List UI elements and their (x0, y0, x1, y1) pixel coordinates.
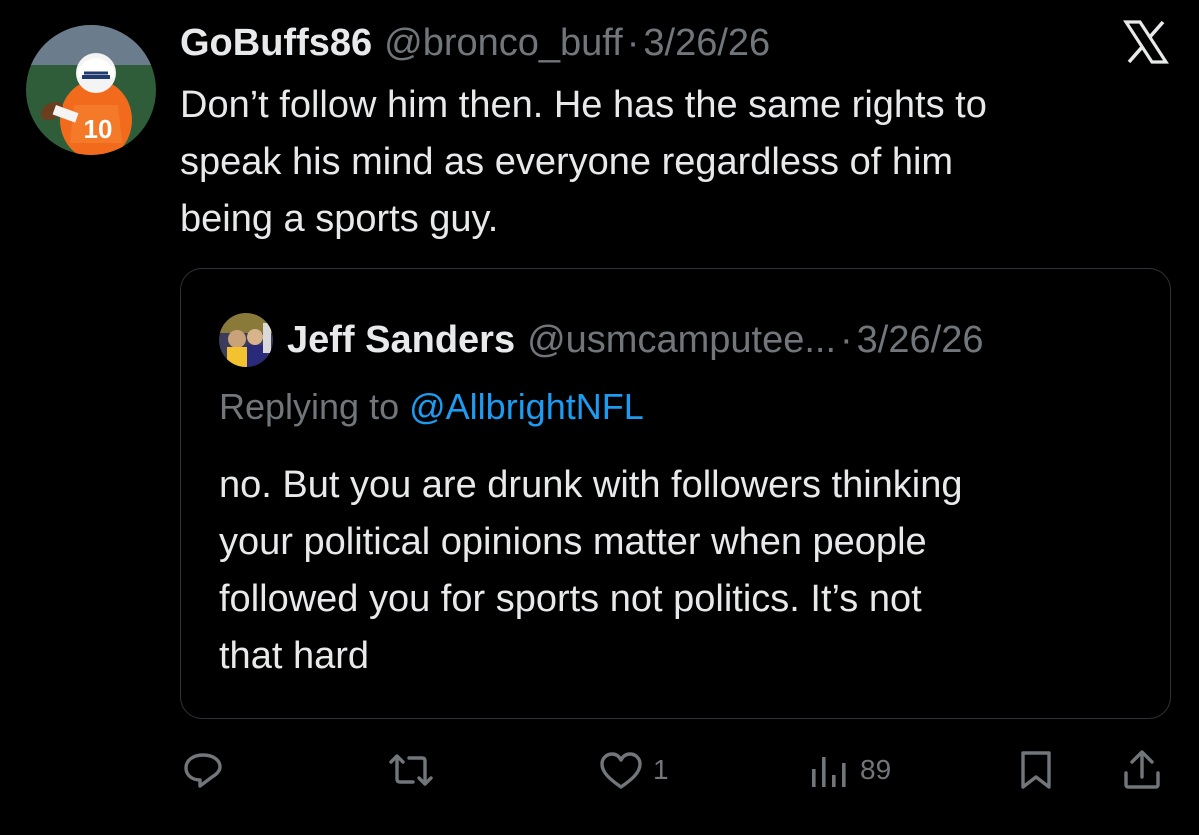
repost-button[interactable] (385, 740, 437, 800)
svg-text:10: 10 (84, 114, 113, 144)
share-button[interactable] (1120, 740, 1164, 800)
x-logo-icon (1123, 20, 1169, 64)
like-count: 1 (653, 754, 669, 785)
views-count: 89 (860, 754, 892, 785)
like-button[interactable]: 1 (597, 740, 669, 800)
post-text: Don’t follow him then. He has the same r… (180, 77, 1170, 248)
views-bar-chart-icon (812, 757, 846, 787)
reply-button[interactable] (180, 740, 226, 800)
quoted-header-separator: · (840, 318, 853, 361)
quoted-author-display-name[interactable]: Jeff Sanders (287, 319, 515, 362)
quoted-author-avatar[interactable] (219, 313, 273, 367)
football-player-avatar-icon: 10 (26, 25, 156, 155)
action-bar: 1 89 (0, 740, 1199, 800)
bookmark-button[interactable] (1016, 740, 1056, 800)
author-handle[interactable]: @bronco_buff (384, 22, 623, 65)
replying-to-line: Replying to @AllbrightNFL (219, 386, 644, 428)
quoted-text-line: your political opinions matter when peop… (219, 521, 927, 563)
author-display-name[interactable]: GoBuffs86 (180, 22, 372, 65)
repost-icon (389, 754, 433, 786)
post-text-line: Don’t follow him then. He has the same r… (180, 84, 987, 126)
user-avatar-icon (219, 313, 273, 367)
replying-to-prefix: Replying to (219, 386, 400, 427)
reply-icon (184, 753, 222, 788)
bookmark-icon (1021, 751, 1051, 789)
header-separator: · (626, 21, 640, 64)
share-icon (1124, 750, 1160, 789)
quoted-post-text: no. But you are drunk with followers thi… (219, 457, 1149, 685)
replying-to-mention[interactable]: @AllbrightNFL (409, 386, 644, 427)
quoted-post-date[interactable]: 3/26/26 (857, 319, 984, 362)
quoted-text-line: no. But you are drunk with followers thi… (219, 464, 963, 506)
quoted-post-card[interactable]: Jeff Sanders @usmcamputee... · 3/26/26 R… (180, 268, 1171, 719)
quoted-post-header: Jeff Sanders @usmcamputee... · 3/26/26 (287, 313, 983, 367)
quoted-text-line: followed you for sports not politics. It… (219, 578, 922, 620)
views-button[interactable]: 89 (808, 740, 891, 800)
author-avatar[interactable]: 10 (26, 25, 156, 155)
post-text-line: being a sports guy. (180, 198, 499, 240)
quoted-text-line: that hard (219, 635, 369, 677)
post-text-line: speak his mind as everyone regardless of… (180, 141, 954, 183)
post-date[interactable]: 3/26/26 (643, 22, 770, 65)
post-header: GoBuffs86 @bronco_buff · 3/26/26 (180, 18, 770, 68)
quoted-author-handle[interactable]: @usmcamputee... (527, 319, 836, 362)
heart-icon (600, 752, 642, 789)
